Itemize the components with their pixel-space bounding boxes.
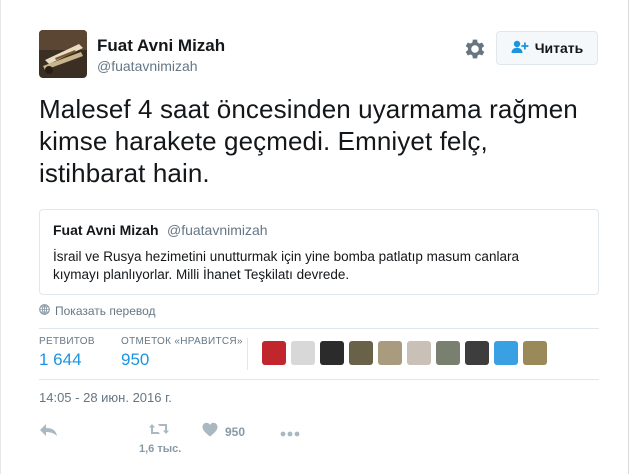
gear-icon[interactable] bbox=[462, 36, 488, 62]
reply-button[interactable] bbox=[39, 422, 59, 443]
liker-avatar-7[interactable] bbox=[436, 341, 460, 365]
quoted-text-line: İsrail ve Rusya hezimetini unutturmak iç… bbox=[53, 249, 519, 264]
liker-avatar-1[interactable] bbox=[262, 341, 286, 365]
window-right-edge bbox=[628, 0, 642, 474]
globe-icon bbox=[39, 304, 50, 318]
author-avatar-image bbox=[39, 30, 87, 78]
stats-separator bbox=[247, 338, 248, 370]
tweet-text: Malesef 4 saat öncesinden uyarmama rağme… bbox=[39, 93, 599, 189]
show-translation-link[interactable]: Показать перевод bbox=[39, 304, 156, 318]
like-button[interactable]: 950 bbox=[202, 422, 245, 442]
follow-button-label: Читать bbox=[534, 40, 584, 56]
likes-label: ОТМЕТОК «НРАВИТСЯ» bbox=[121, 336, 243, 347]
quoted-text-line: kıymayı planlıyorlar. Milli İhanet Teşki… bbox=[53, 267, 350, 282]
likers-avatars bbox=[262, 341, 547, 365]
author-avatar[interactable] bbox=[39, 30, 87, 78]
liker-avatar-4[interactable] bbox=[349, 341, 373, 365]
retweets-count[interactable]: 1 644 bbox=[39, 350, 82, 370]
window-left-edge bbox=[0, 0, 1, 474]
liker-avatar-10[interactable] bbox=[523, 341, 547, 365]
author-name[interactable]: Fuat Avni Mizah bbox=[97, 36, 225, 56]
retweet-count: 1,6 тыс. bbox=[139, 443, 182, 455]
tweet-timestamp[interactable]: 14:05 - 28 июн. 2016 г. bbox=[39, 390, 172, 405]
more-icon bbox=[280, 424, 300, 442]
stats-divider-bottom bbox=[39, 379, 599, 380]
likes-count[interactable]: 950 bbox=[121, 350, 149, 370]
tweet-text-line: istihbarat hain. bbox=[39, 158, 210, 188]
liker-avatar-5[interactable] bbox=[378, 341, 402, 365]
show-translation-label: Показать перевод bbox=[55, 304, 156, 318]
retweet-button[interactable] bbox=[148, 421, 170, 442]
liker-avatar-6[interactable] bbox=[407, 341, 431, 365]
retweets-label: РЕТВИТОВ bbox=[39, 336, 95, 347]
add-user-icon bbox=[511, 40, 529, 57]
liker-avatar-8[interactable] bbox=[465, 341, 489, 365]
more-button[interactable] bbox=[280, 424, 300, 442]
quoted-tweet-text: İsrail ve Rusya hezimetini unutturmak iç… bbox=[53, 248, 585, 284]
quoted-tweet[interactable]: Fuat Avni Mizah @fuatavnimizah İsrail ve… bbox=[39, 209, 599, 295]
liker-avatar-2[interactable] bbox=[291, 341, 315, 365]
liker-avatar-3[interactable] bbox=[320, 341, 344, 365]
quoted-author-handle: @fuatavnimizah bbox=[166, 222, 268, 238]
quoted-author-name: Fuat Avni Mizah bbox=[53, 222, 159, 238]
heart-icon bbox=[202, 422, 218, 442]
tweet-text-line: Malesef 4 saat öncesinden uyarmama rağme… bbox=[39, 94, 578, 124]
stats-divider-top bbox=[39, 328, 599, 329]
tweet-text-line: kimse harakete geçmedi. Emniyet felç, bbox=[39, 126, 488, 156]
liker-avatar-9[interactable] bbox=[494, 341, 518, 365]
reply-icon bbox=[39, 422, 59, 443]
like-count: 950 bbox=[225, 425, 246, 439]
retweet-icon bbox=[148, 421, 170, 442]
follow-button[interactable]: Читать bbox=[496, 31, 598, 65]
author-handle[interactable]: @fuatavnimizah bbox=[97, 58, 198, 74]
